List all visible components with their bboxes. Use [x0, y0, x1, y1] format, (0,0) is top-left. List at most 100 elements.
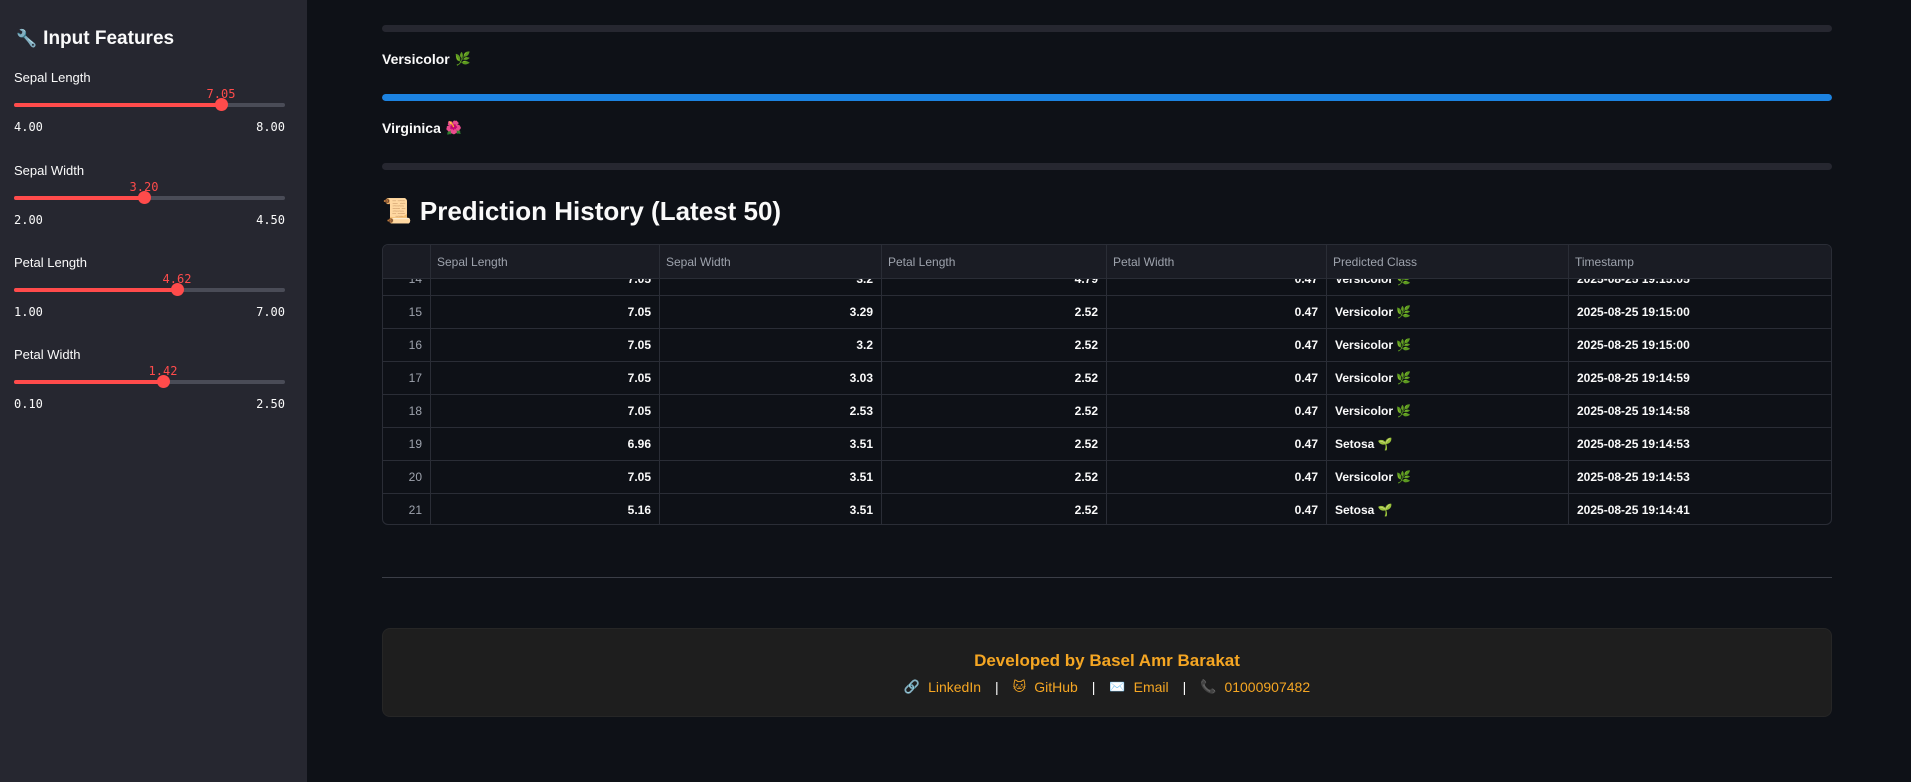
- divider: [382, 577, 1832, 578]
- column-header[interactable]: [383, 245, 431, 279]
- table-cell[interactable]: 3.2: [660, 329, 882, 361]
- table-cell[interactable]: 16: [383, 329, 431, 361]
- table-cell[interactable]: 2.52: [882, 329, 1107, 361]
- table-cell[interactable]: 2025-08-25 19:14:53: [1569, 428, 1831, 460]
- slider-track[interactable]: [14, 375, 285, 388]
- table-cell[interactable]: 3.03: [660, 362, 882, 394]
- table-row[interactable]: 21 5.16 3.51 2.52 0.47 Setosa 🌱 2025-08-25 19:…: [383, 494, 1831, 524]
- history-title: Prediction History (Latest 50): [419, 196, 782, 226]
- column-header[interactable]: Sepal Width: [660, 245, 882, 279]
- table-cell[interactable]: 17: [383, 362, 431, 394]
- slider-petal-length[interactable]: Petal Length 4.62 1.00 7.00: [14, 255, 285, 325]
- table-cell[interactable]: 0.47: [1107, 461, 1327, 493]
- table-cell[interactable]: 2.52: [882, 494, 1107, 524]
- sidebar: 🔧 Input Features Sepal Length 7.05 4.00 …: [0, 0, 307, 782]
- link-icon: 🔗: [903, 679, 921, 694]
- table-cell[interactable]: 2025-08-25 19:15:00: [1569, 296, 1831, 328]
- table-cell[interactable]: 0.47: [1107, 329, 1327, 361]
- table-cell[interactable]: 7.05: [431, 296, 660, 328]
- table-cell[interactable]: Setosa 🌱: [1327, 428, 1569, 460]
- column-header[interactable]: Petal Width: [1107, 245, 1327, 279]
- table-cell[interactable]: Versicolor 🌿: [1327, 362, 1569, 394]
- table-cell[interactable]: 7.05: [431, 329, 660, 361]
- table-cell[interactable]: 2.52: [882, 395, 1107, 427]
- table-cell[interactable]: 20: [383, 461, 431, 493]
- slider-fill: [14, 103, 221, 107]
- slider-min: 0.10: [14, 397, 43, 411]
- table-cell[interactable]: 2025-08-25 19:14:53: [1569, 461, 1831, 493]
- slider-value: 1.42: [148, 364, 178, 378]
- separator: |: [995, 679, 999, 695]
- table-cell[interactable]: 2025-08-25 19:14:59: [1569, 362, 1831, 394]
- versicolor-text: Versicolor: [382, 51, 450, 67]
- slider-min: 1.00: [14, 305, 43, 319]
- table-cell[interactable]: 6.96: [431, 428, 660, 460]
- table-cell[interactable]: 2.52: [882, 296, 1107, 328]
- column-header[interactable]: Sepal Length: [431, 245, 660, 279]
- slider-sepal-length[interactable]: Sepal Length 7.05 4.00 8.00: [14, 70, 285, 140]
- probability-bar-setosa: [382, 25, 1832, 32]
- table-cell[interactable]: 2025-08-25 19:15:00: [1569, 329, 1831, 361]
- table-cell[interactable]: 3.51: [660, 494, 882, 524]
- table-cell[interactable]: 7.05: [431, 461, 660, 493]
- history-heading: 📜 Prediction History (Latest 50): [382, 196, 781, 227]
- table-cell[interactable]: 15: [383, 296, 431, 328]
- table-cell[interactable]: 0.47: [1107, 494, 1327, 524]
- email-link[interactable]: Email: [1134, 679, 1169, 695]
- slider-max: 8.00: [256, 120, 285, 134]
- table-cell[interactable]: 7.05: [431, 362, 660, 394]
- table-cell[interactable]: 2025-08-25 19:14:58: [1569, 395, 1831, 427]
- table-cell[interactable]: 21: [383, 494, 431, 524]
- table-cell[interactable]: 0.47: [1107, 296, 1327, 328]
- envelope-icon: ✉️: [1109, 679, 1126, 694]
- column-header[interactable]: Timestamp: [1569, 245, 1831, 279]
- table-row[interactable]: 15 7.05 3.29 2.52 0.47 Versicolor 🌿 2025-08-25…: [383, 296, 1831, 329]
- table-cell[interactable]: 0.47: [1107, 395, 1327, 427]
- table-cell[interactable]: 0.47: [1107, 362, 1327, 394]
- table-row[interactable]: 17 7.05 3.03 2.52 0.47 Versicolor 🌿 2025-08-25…: [383, 362, 1831, 395]
- table-cell[interactable]: 5.16: [431, 494, 660, 524]
- slider-petal-width[interactable]: Petal Width 1.42 0.10 2.50: [14, 347, 285, 417]
- column-header[interactable]: Petal Length: [882, 245, 1107, 279]
- developer-credit: Developed by Basel Amr Barakat: [974, 651, 1240, 670]
- table-cell[interactable]: Versicolor 🌿: [1327, 395, 1569, 427]
- table-cell[interactable]: 2.53: [660, 395, 882, 427]
- table-cell[interactable]: 2.52: [882, 428, 1107, 460]
- scroll-icon: 📜: [382, 198, 412, 225]
- phone-link[interactable]: 01000907482: [1224, 679, 1310, 695]
- slider-track[interactable]: [14, 191, 285, 204]
- column-header[interactable]: Predicted Class: [1327, 245, 1569, 279]
- linkedin-link[interactable]: LinkedIn: [928, 679, 981, 695]
- table-cell[interactable]: Setosa 🌱: [1327, 494, 1569, 524]
- wrench-icon: 🔧: [16, 29, 38, 48]
- table-cell[interactable]: Versicolor 🌿: [1327, 296, 1569, 328]
- github-link[interactable]: GitHub: [1034, 679, 1078, 695]
- slider-sepal-width[interactable]: Sepal Width 3.20 2.00 4.50: [14, 163, 285, 233]
- table-cell[interactable]: 3.51: [660, 428, 882, 460]
- table-cell[interactable]: 3.51: [660, 461, 882, 493]
- hibiscus-icon: 🌺: [445, 120, 463, 135]
- table-cell[interactable]: 7.05: [431, 395, 660, 427]
- table-cell[interactable]: Versicolor 🌿: [1327, 461, 1569, 493]
- slider-label: Petal Length: [14, 255, 88, 270]
- table-cell[interactable]: 2.52: [882, 461, 1107, 493]
- slider-max: 7.00: [256, 305, 285, 319]
- table-row[interactable]: 20 7.05 3.51 2.52 0.47 Versicolor 🌿 2025-08-25…: [383, 461, 1831, 494]
- versicolor-label: Versicolor 🌿: [382, 51, 471, 67]
- history-table[interactable]: 14 7.05 3.2 4.79 0.47 Versicolor 🌿 2025-08-25 …: [382, 244, 1832, 525]
- table-cell[interactable]: 3.29: [660, 296, 882, 328]
- slider-fill: [14, 380, 163, 384]
- table-row[interactable]: 19 6.96 3.51 2.52 0.47 Setosa 🌱 2025-08-25 19:…: [383, 428, 1831, 461]
- slider-label: Sepal Width: [14, 163, 85, 178]
- table-cell[interactable]: 19: [383, 428, 431, 460]
- table-cell[interactable]: 2025-08-25 19:14:41: [1569, 494, 1831, 524]
- slider-track[interactable]: [14, 98, 285, 111]
- table-row[interactable]: 18 7.05 2.53 2.52 0.47 Versicolor 🌿 2025-08-25…: [383, 395, 1831, 428]
- slider-track[interactable]: [14, 283, 285, 296]
- table-cell[interactable]: Versicolor 🌿: [1327, 329, 1569, 361]
- table-cell[interactable]: 2.52: [882, 362, 1107, 394]
- footer-links: 🔗 LinkedIn | 🐱 GitHub | ✉️ Email | 📞 010…: [383, 679, 1831, 695]
- table-cell[interactable]: 18: [383, 395, 431, 427]
- table-cell[interactable]: 0.47: [1107, 428, 1327, 460]
- table-row[interactable]: 16 7.05 3.2 2.52 0.47 Versicolor 🌿 2025-08-25 …: [383, 329, 1831, 362]
